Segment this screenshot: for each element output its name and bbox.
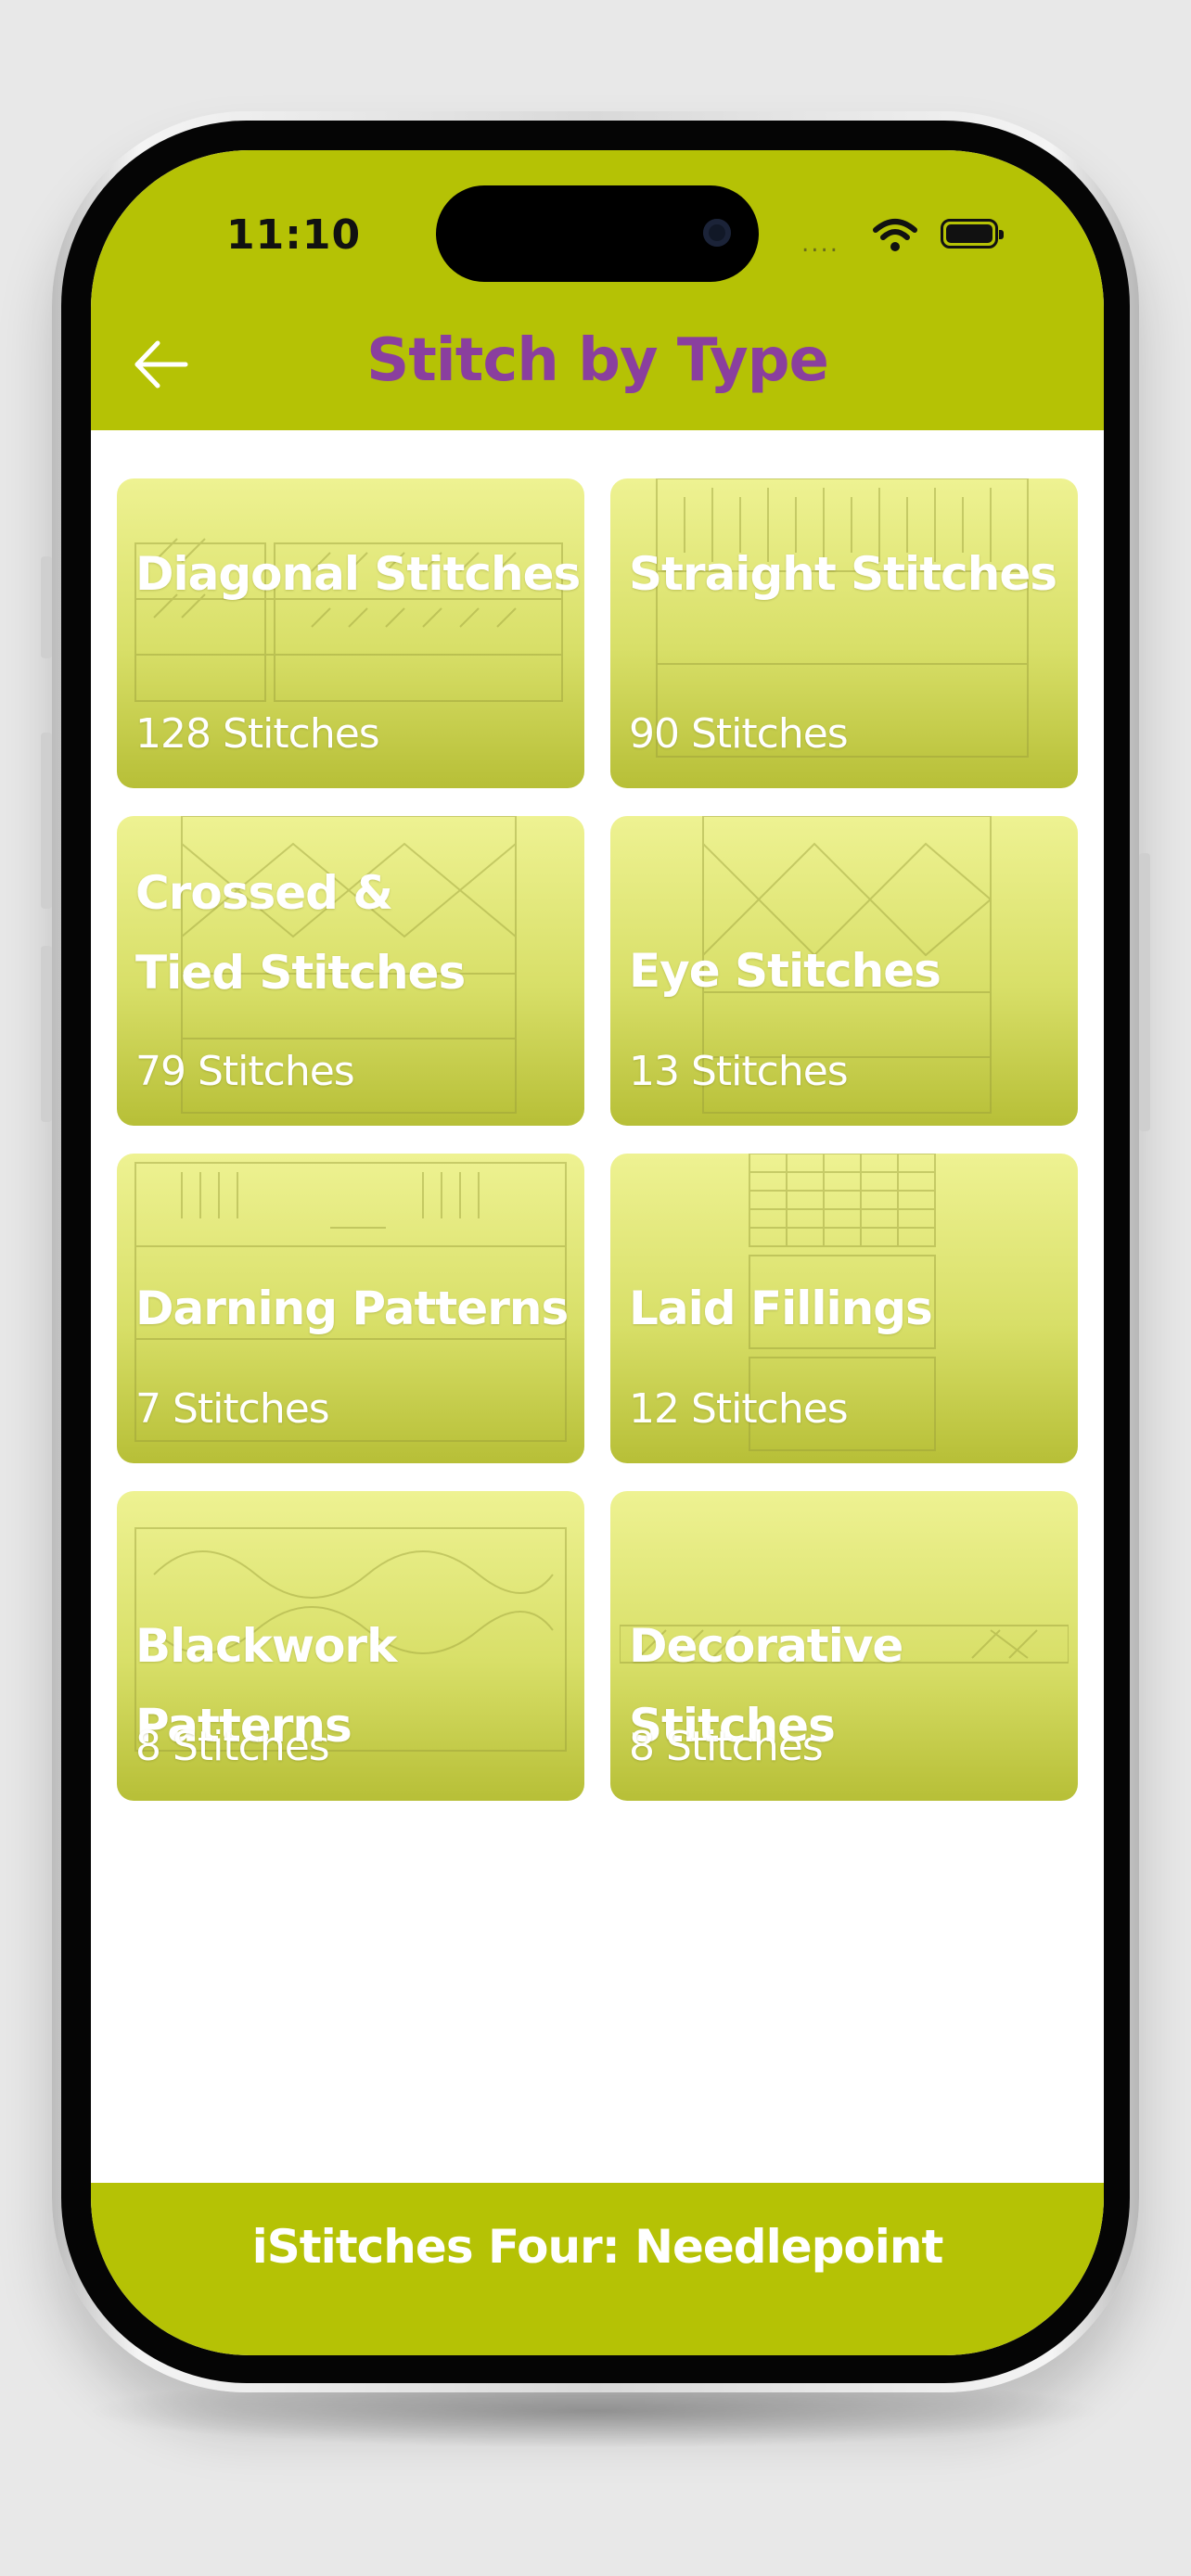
- app-screen: 11:10 .... Stitch by Type Diagonal Stitc…: [91, 150, 1104, 2355]
- battery-icon: [941, 219, 1004, 249]
- nav-header: 11:10 .... Stitch by Type: [91, 150, 1104, 430]
- category-name: Darning Patterns: [135, 1282, 569, 1335]
- status-time: 11:10: [226, 211, 362, 259]
- category-card-straight[interactable]: Straight Stitches 90 Stitches: [610, 478, 1078, 788]
- category-card-crossed-tied[interactable]: Crossed & Tied Stitches 79 Stitches: [117, 816, 584, 1126]
- category-name-line2: Tied Stitches: [135, 946, 466, 1000]
- signal-dots: ....: [801, 230, 840, 258]
- category-name-line1: Crossed &: [135, 866, 393, 920]
- dynamic-island: [436, 185, 759, 282]
- category-count: 128 Stitches: [135, 710, 380, 758]
- app-footer: iStitches Four: Needlepoint: [91, 2183, 1104, 2355]
- power-button: [1139, 853, 1150, 1131]
- category-count: 8 Stitches: [629, 1723, 824, 1770]
- category-count: 79 Stitches: [135, 1048, 355, 1095]
- category-card-decorative[interactable]: Decorative Stitches 8 Stitches: [610, 1491, 1078, 1801]
- category-card-eye[interactable]: Eye Stitches 13 Stitches: [610, 816, 1078, 1126]
- category-card-blackwork[interactable]: Blackwork Patterns 8 Stitches: [117, 1491, 584, 1801]
- category-name: Diagonal Stitches: [135, 547, 581, 601]
- category-count: 12 Stitches: [629, 1385, 849, 1433]
- wifi-icon: [873, 219, 917, 251]
- category-card-laid[interactable]: Laid Fillings 12 Stitches: [610, 1154, 1078, 1463]
- category-count: 8 Stitches: [135, 1723, 330, 1770]
- action-button: [41, 556, 52, 658]
- category-card-darning[interactable]: Darning Patterns 7 Stitches: [117, 1154, 584, 1463]
- status-icons: ....: [801, 217, 1015, 258]
- category-card-diagonal[interactable]: Diagonal Stitches 128 Stitches: [117, 478, 584, 788]
- volume-down-button: [41, 946, 52, 1122]
- volume-up-button: [41, 733, 52, 909]
- category-grid: Diagonal Stitches 128 Stitches Straight …: [117, 478, 1078, 1801]
- footer-app-name: iStitches Four: Needlepoint: [251, 2220, 944, 2274]
- category-name: Laid Fillings: [629, 1282, 933, 1335]
- front-camera: [703, 219, 731, 247]
- category-name: Eye Stitches: [629, 944, 941, 998]
- category-count: 90 Stitches: [629, 710, 849, 758]
- category-count: 7 Stitches: [135, 1385, 330, 1433]
- category-count: 13 Stitches: [629, 1048, 849, 1095]
- page-title: Stitch by Type: [366, 326, 829, 395]
- category-name: Straight Stitches: [629, 547, 1057, 601]
